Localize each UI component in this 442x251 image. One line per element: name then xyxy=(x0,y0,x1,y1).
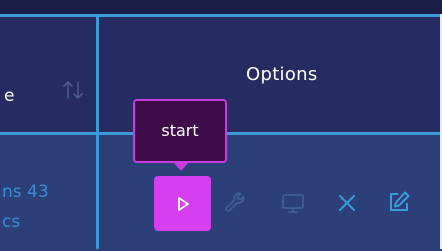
play-icon xyxy=(177,196,189,211)
row-name-line-2: cs xyxy=(2,212,21,232)
column-divider xyxy=(96,14,99,251)
options-table: e Options ns 43 cs start xyxy=(0,0,442,251)
tooltip-arrow xyxy=(173,162,189,171)
tooltip-text: start xyxy=(161,121,199,140)
start-button[interactable] xyxy=(154,176,211,231)
options-column-header: Options xyxy=(246,64,318,85)
top-strip xyxy=(0,0,442,14)
grid-line-top xyxy=(0,14,442,17)
row-name-line-1: ns 43 xyxy=(2,182,49,202)
sort-icon[interactable] xyxy=(62,78,84,102)
edit-icon[interactable] xyxy=(386,189,412,215)
start-tooltip: start xyxy=(133,99,227,163)
column-header-name[interactable]: e xyxy=(4,86,14,106)
row-name-cell: ns 43 cs xyxy=(2,177,49,237)
wrench-icon[interactable] xyxy=(222,190,248,216)
close-icon[interactable] xyxy=(334,190,360,216)
monitor-icon[interactable] xyxy=(280,190,306,216)
